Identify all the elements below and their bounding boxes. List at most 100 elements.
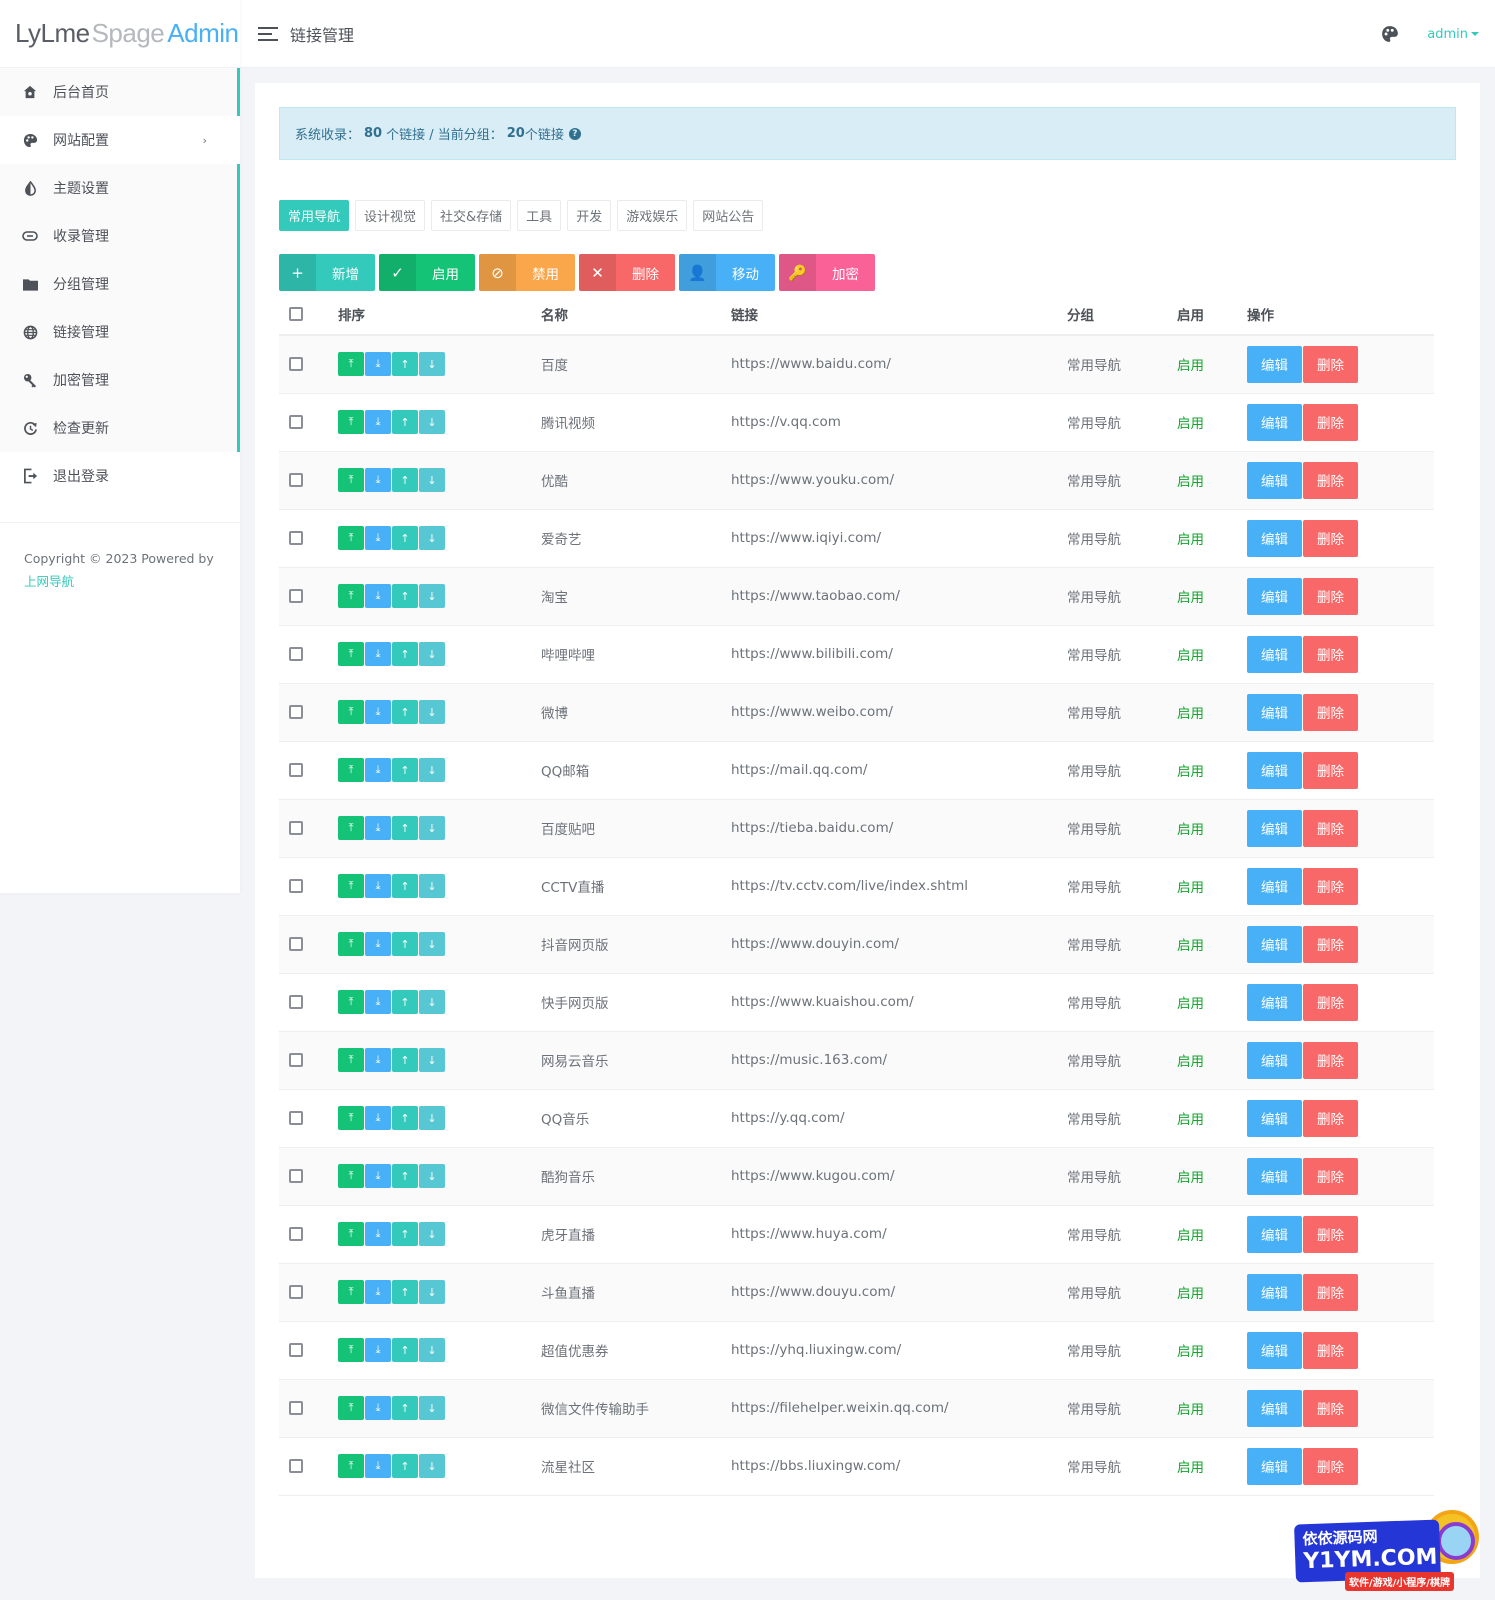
move-top-button[interactable]: ⤒ [338, 1164, 364, 1188]
row-checkbox[interactable] [289, 821, 303, 835]
row-checkbox[interactable] [289, 473, 303, 487]
move-up-button[interactable]: ↑ [392, 468, 418, 492]
edit-button[interactable]: 编辑 [1247, 1331, 1302, 1369]
delete-button[interactable]: ✕ 删除 [579, 254, 675, 291]
move-down-button[interactable]: ↓ [419, 874, 445, 898]
move-top-button[interactable]: ⤒ [338, 874, 364, 898]
move-down-button[interactable]: ↓ [419, 816, 445, 840]
delete-button[interactable]: 删除 [1303, 345, 1358, 383]
edit-button[interactable]: 编辑 [1247, 867, 1302, 905]
delete-button[interactable]: 删除 [1303, 1157, 1358, 1195]
move-down-button[interactable]: ↓ [419, 1048, 445, 1072]
logo[interactable]: LyLme Spage Admin [0, 0, 240, 68]
move-top-button[interactable]: ⤒ [338, 526, 364, 550]
move-top-button[interactable]: ⤒ [338, 1106, 364, 1130]
move-up-button[interactable]: ↑ [392, 932, 418, 956]
delete-button[interactable]: 删除 [1303, 461, 1358, 499]
move-bottom-button[interactable]: ⤓ [365, 468, 391, 492]
delete-button[interactable]: 删除 [1303, 403, 1358, 441]
edit-button[interactable]: 编辑 [1247, 925, 1302, 963]
edit-button[interactable]: 编辑 [1247, 809, 1302, 847]
move-bottom-button[interactable]: ⤓ [365, 1222, 391, 1246]
row-checkbox[interactable] [289, 415, 303, 429]
edit-button[interactable]: 编辑 [1247, 461, 1302, 499]
move-bottom-button[interactable]: ⤓ [365, 1454, 391, 1478]
move-bottom-button[interactable]: ⤓ [365, 642, 391, 666]
edit-button[interactable]: 编辑 [1247, 345, 1302, 383]
move-top-button[interactable]: ⤒ [338, 700, 364, 724]
move-bottom-button[interactable]: ⤓ [365, 410, 391, 434]
move-bottom-button[interactable]: ⤓ [365, 816, 391, 840]
row-checkbox[interactable] [289, 1053, 303, 1067]
move-down-button[interactable]: ↓ [419, 1164, 445, 1188]
menu-toggle-icon[interactable] [258, 26, 278, 41]
edit-button[interactable]: 编辑 [1247, 693, 1302, 731]
move-up-button[interactable]: ↑ [392, 758, 418, 782]
delete-button[interactable]: 删除 [1303, 1099, 1358, 1137]
sidebar-item-site-config[interactable]: 网站配置 › [0, 116, 240, 164]
move-bottom-button[interactable]: ⤓ [365, 526, 391, 550]
move-up-button[interactable]: ↑ [392, 874, 418, 898]
move-button[interactable]: 👤 移动 [679, 254, 775, 291]
move-down-button[interactable]: ↓ [419, 642, 445, 666]
row-checkbox[interactable] [289, 1401, 303, 1415]
sidebar-item-submissions[interactable]: 收录管理 [0, 212, 240, 260]
tab-group-1[interactable]: 设计视觉 [355, 200, 426, 231]
move-bottom-button[interactable]: ⤓ [365, 1106, 391, 1130]
edit-button[interactable]: 编辑 [1247, 983, 1302, 1021]
move-down-button[interactable]: ↓ [419, 990, 445, 1014]
edit-button[interactable]: 编辑 [1247, 1447, 1302, 1485]
move-top-button[interactable]: ⤒ [338, 1048, 364, 1072]
row-checkbox[interactable] [289, 763, 303, 777]
select-all-checkbox[interactable] [289, 306, 303, 321]
move-top-button[interactable]: ⤒ [338, 932, 364, 956]
edit-button[interactable]: 编辑 [1247, 519, 1302, 557]
move-up-button[interactable]: ↑ [392, 1048, 418, 1072]
move-top-button[interactable]: ⤒ [338, 1280, 364, 1304]
move-top-button[interactable]: ⤒ [338, 352, 364, 377]
move-top-button[interactable]: ⤒ [338, 758, 364, 782]
move-up-button[interactable]: ↑ [392, 1106, 418, 1130]
move-up-button[interactable]: ↑ [392, 1280, 418, 1304]
tab-group-4[interactable]: 开发 [567, 200, 612, 231]
move-up-button[interactable]: ↑ [392, 990, 418, 1014]
move-top-button[interactable]: ⤒ [338, 816, 364, 840]
move-down-button[interactable]: ↓ [419, 1338, 445, 1362]
edit-button[interactable]: 编辑 [1247, 1041, 1302, 1079]
move-bottom-button[interactable]: ⤓ [365, 758, 391, 782]
move-bottom-button[interactable]: ⤓ [365, 990, 391, 1014]
move-up-button[interactable]: ↑ [392, 642, 418, 666]
row-checkbox[interactable] [289, 1285, 303, 1299]
move-bottom-button[interactable]: ⤓ [365, 1396, 391, 1420]
tab-group-3[interactable]: 工具 [517, 200, 562, 231]
edit-button[interactable]: 编辑 [1247, 1273, 1302, 1311]
move-down-button[interactable]: ↓ [419, 468, 445, 492]
edit-button[interactable]: 编辑 [1247, 577, 1302, 615]
delete-button[interactable]: 删除 [1303, 519, 1358, 557]
move-down-button[interactable]: ↓ [419, 410, 445, 434]
move-down-button[interactable]: ↓ [419, 1396, 445, 1420]
move-bottom-button[interactable]: ⤓ [365, 874, 391, 898]
move-bottom-button[interactable]: ⤓ [365, 700, 391, 724]
delete-button[interactable]: 删除 [1303, 1331, 1358, 1369]
move-top-button[interactable]: ⤒ [338, 1396, 364, 1420]
tab-group-2[interactable]: 社交&存储 [431, 200, 512, 231]
move-down-button[interactable]: ↓ [419, 1280, 445, 1304]
add-button[interactable]: + 新增 [279, 254, 375, 291]
sidebar-item-dashboard[interactable]: 后台首页 [0, 68, 240, 116]
move-bottom-button[interactable]: ⤓ [365, 1164, 391, 1188]
move-down-button[interactable]: ↓ [419, 1106, 445, 1130]
help-icon[interactable]: ? [568, 127, 581, 140]
footer-link[interactable]: 上网导航 [24, 570, 216, 593]
move-bottom-button[interactable]: ⤓ [365, 1280, 391, 1304]
edit-button[interactable]: 编辑 [1247, 1157, 1302, 1195]
delete-button[interactable]: 删除 [1303, 809, 1358, 847]
move-top-button[interactable]: ⤒ [338, 1222, 364, 1246]
encrypt-button[interactable]: 🔑 加密 [779, 254, 875, 291]
disable-button[interactable]: ⊘ 禁用 [479, 254, 575, 291]
theme-palette-icon[interactable] [1381, 24, 1401, 44]
move-down-button[interactable]: ↓ [419, 584, 445, 608]
row-checkbox[interactable] [289, 1227, 303, 1241]
delete-button[interactable]: 删除 [1303, 1215, 1358, 1253]
row-checkbox[interactable] [289, 937, 303, 951]
